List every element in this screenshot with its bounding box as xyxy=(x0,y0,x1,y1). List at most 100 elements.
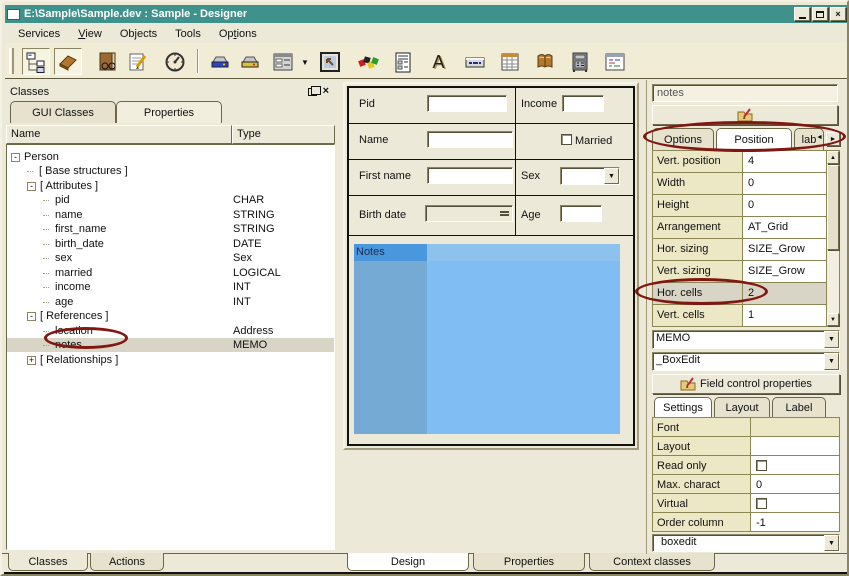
field-control-properties-button[interactable]: Field control properties xyxy=(652,374,840,394)
tree-item-references[interactable]: -[ References ] xyxy=(7,309,334,323)
menu-objects[interactable]: Objects xyxy=(111,26,166,42)
notes-memo-control[interactable]: Notes xyxy=(354,244,620,434)
tab-properties[interactable]: Properties xyxy=(116,101,222,123)
virtual-checkbox[interactable] xyxy=(756,498,767,509)
income-input[interactable] xyxy=(562,95,604,112)
dial-button[interactable] xyxy=(161,48,189,75)
dropdown-button[interactable]: ▼ xyxy=(824,535,839,551)
dropdown-button[interactable]: ▼ xyxy=(604,168,619,184)
code-window-button[interactable] xyxy=(601,48,629,75)
scroll-down-button[interactable]: ▼ xyxy=(827,313,839,326)
expand-icon[interactable]: + xyxy=(27,356,36,365)
property-row[interactable]: ArrangementAT_Grid xyxy=(653,217,839,239)
drive-open-button[interactable] xyxy=(236,48,264,75)
tree-item-attributes[interactable]: -[ Attributes ] xyxy=(7,179,334,193)
data-table-button[interactable] xyxy=(496,48,524,75)
sex-combobox[interactable]: ▼ xyxy=(560,167,620,185)
column-header-type[interactable]: Type xyxy=(232,125,335,144)
close-panel-icon[interactable]: × xyxy=(323,86,329,97)
property-row[interactable]: Vert. cells1 xyxy=(653,305,839,327)
tab-layout[interactable]: Layout xyxy=(714,397,770,417)
control-class-combobox[interactable]: _BoxEdit ▼ xyxy=(652,352,840,371)
tab-gui-classes[interactable]: GUI Classes xyxy=(10,101,116,123)
close-button[interactable]: × xyxy=(830,7,846,21)
selected-control-name-field[interactable]: notes xyxy=(652,84,838,102)
tree-item-pid[interactable]: pidCHAR xyxy=(7,193,334,207)
tab-position[interactable]: Position xyxy=(716,128,792,150)
first-name-input[interactable] xyxy=(427,167,513,184)
tab-scroll-right-button[interactable]: ► xyxy=(826,132,840,146)
read-only-checkbox[interactable] xyxy=(756,460,767,471)
eraser-button[interactable] xyxy=(54,48,82,75)
tree-item-name[interactable]: nameSTRING xyxy=(7,208,334,222)
bottom-tab-design[interactable]: Design xyxy=(347,553,469,571)
bottom-tab-context-classes[interactable]: Context classes xyxy=(589,553,715,571)
property-row-hor-cells[interactable]: Hor. cells2 xyxy=(653,283,839,305)
birth-date-input[interactable] xyxy=(425,205,513,222)
dropdown-button[interactable]: ▼ xyxy=(824,331,839,348)
menu-tools[interactable]: Tools xyxy=(166,26,210,42)
scroll-up-button[interactable]: ▲ xyxy=(827,151,839,164)
class-tree-button[interactable] xyxy=(22,48,50,75)
form-designer[interactable]: Pid Income Name Married First name Sex ▼… xyxy=(347,86,635,446)
tree-item-person[interactable]: -Person xyxy=(7,150,334,164)
tree-item-relationships[interactable]: +[ Relationships ] xyxy=(7,353,334,367)
ribbon-button[interactable] xyxy=(354,48,382,75)
property-row-max-characters[interactable]: Max. charact0 xyxy=(653,475,839,494)
picture-link-button[interactable] xyxy=(316,48,344,75)
form-window-dropdown-arrow[interactable]: ▼ xyxy=(301,58,309,67)
float-panel-icon[interactable] xyxy=(308,88,317,96)
pid-input[interactable] xyxy=(427,95,507,112)
menu-options[interactable]: Options xyxy=(210,26,266,42)
tree-item-sex[interactable]: sexSex xyxy=(7,251,334,265)
tree-item-birth-date[interactable]: birth_dateDATE xyxy=(7,237,334,251)
toolbar-gripper[interactable] xyxy=(9,48,14,74)
button-control-button[interactable] xyxy=(461,48,489,75)
property-row[interactable]: Vert. position4 xyxy=(653,151,839,173)
form-window-button[interactable] xyxy=(269,48,297,75)
collapse-icon[interactable]: - xyxy=(27,182,36,191)
tree-item-income[interactable]: incomeINT xyxy=(7,280,334,294)
property-row-virtual[interactable]: Virtual xyxy=(653,494,839,513)
server-button[interactable] xyxy=(566,48,594,75)
property-row[interactable]: Hor. sizingSIZE_Grow xyxy=(653,239,839,261)
type-combobox[interactable]: MEMO ▼ xyxy=(652,330,840,349)
minimize-button[interactable] xyxy=(794,7,810,21)
collapse-icon[interactable]: - xyxy=(11,153,20,162)
tree-item-age[interactable]: ageINT xyxy=(7,295,334,309)
property-row-read-only[interactable]: Read only xyxy=(653,456,839,475)
property-row-font[interactable]: Font xyxy=(653,418,839,437)
maximize-button[interactable] xyxy=(812,7,828,21)
dropdown-button[interactable]: ▼ xyxy=(824,353,839,370)
tree-item-notes[interactable]: notesMEMO xyxy=(7,338,334,352)
scrollbar-thumb[interactable] xyxy=(827,165,839,250)
edit-properties-button[interactable] xyxy=(652,105,838,125)
bottom-tab-classes[interactable]: Classes xyxy=(8,553,88,571)
title-bar[interactable]: E:\Sample\Sample.dev : Sample - Designer… xyxy=(5,5,848,23)
font-button[interactable]: AA xyxy=(426,48,454,75)
bottom-tab-actions[interactable]: Actions xyxy=(90,553,164,571)
tree-item-location[interactable]: locationAddress xyxy=(7,324,334,338)
drive-save-button[interactable] xyxy=(206,48,234,75)
menu-services[interactable]: Services xyxy=(9,26,69,42)
column-header-name[interactable]: Name xyxy=(6,125,232,144)
reference-book-button[interactable] xyxy=(93,48,121,75)
book-button[interactable] xyxy=(531,48,559,75)
report-button[interactable] xyxy=(389,48,417,75)
tree-item-married[interactable]: marriedLOGICAL xyxy=(7,266,334,280)
property-row[interactable]: Width0 xyxy=(653,173,839,195)
boxedit-combobox[interactable]: boxedit ▼ xyxy=(652,534,840,552)
married-checkbox[interactable] xyxy=(561,134,572,145)
menu-view[interactable]: View xyxy=(69,26,111,42)
property-row[interactable]: Vert. sizingSIZE_Grow xyxy=(653,261,839,283)
name-input[interactable] xyxy=(427,131,513,148)
age-input[interactable] xyxy=(560,205,602,222)
tab-scroll-left-icon[interactable]: ◄ xyxy=(816,134,823,141)
tab-label[interactable]: Label xyxy=(772,397,826,417)
tab-settings[interactable]: Settings xyxy=(654,397,712,417)
property-row-order-column[interactable]: Order column-1 xyxy=(653,513,839,532)
property-row-layout[interactable]: Layout xyxy=(653,437,839,456)
tab-options[interactable]: Options xyxy=(652,128,714,150)
property-row[interactable]: Height0 xyxy=(653,195,839,217)
tree-item-first-name[interactable]: first_nameSTRING xyxy=(7,222,334,236)
